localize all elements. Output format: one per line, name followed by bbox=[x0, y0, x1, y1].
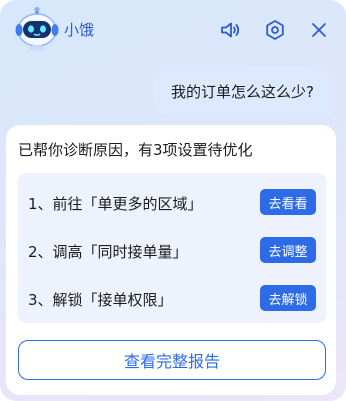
go-view-button[interactable]: 去看看 bbox=[260, 189, 316, 215]
suggestion-label: 3、解锁「接单权限」 bbox=[28, 291, 173, 309]
go-unlock-button[interactable]: 去解锁 bbox=[260, 285, 316, 311]
suggestion-list: 1、前往「单更多的区域」 去看看 2、调高「同时接单量」 去调整 3、解锁「接单… bbox=[18, 173, 326, 323]
settings-icon[interactable] bbox=[261, 16, 289, 44]
list-item: 3、解锁「接单权限」 去解锁 bbox=[18, 283, 326, 313]
suggestion-label: 1、前往「单更多的区域」 bbox=[28, 195, 203, 213]
user-message-bubble: 我的订单怎么这么少? bbox=[153, 67, 332, 115]
go-adjust-button[interactable]: 去调整 bbox=[260, 237, 316, 263]
list-item: 2、调高「同时接单量」 去调整 bbox=[18, 235, 326, 265]
speaker-icon[interactable] bbox=[216, 16, 244, 44]
robot-avatar-icon bbox=[14, 6, 60, 52]
reply-title: 已帮你诊断原因，有3项设置待优化 bbox=[18, 141, 253, 159]
reply-card: 已帮你诊断原因，有3项设置待优化 1、前往「单更多的区域」 去看看 2、调高「同… bbox=[6, 125, 336, 395]
suggestion-label: 2、调高「同时接单量」 bbox=[28, 243, 188, 261]
view-full-report-button[interactable]: 查看完整报告 bbox=[18, 340, 326, 380]
list-item: 1、前往「单更多的区域」 去看看 bbox=[18, 187, 326, 217]
close-icon[interactable] bbox=[305, 16, 333, 44]
assistant-panel: 小饿 我的订单怎么这么少? 已帮你诊断原因，有3项设置待优化 1、前往「单更多的… bbox=[0, 0, 346, 401]
user-message-text: 我的订单怎么这么少? bbox=[171, 82, 314, 101]
app-name: 小饿 bbox=[64, 21, 95, 39]
header: 小饿 bbox=[0, 0, 346, 64]
